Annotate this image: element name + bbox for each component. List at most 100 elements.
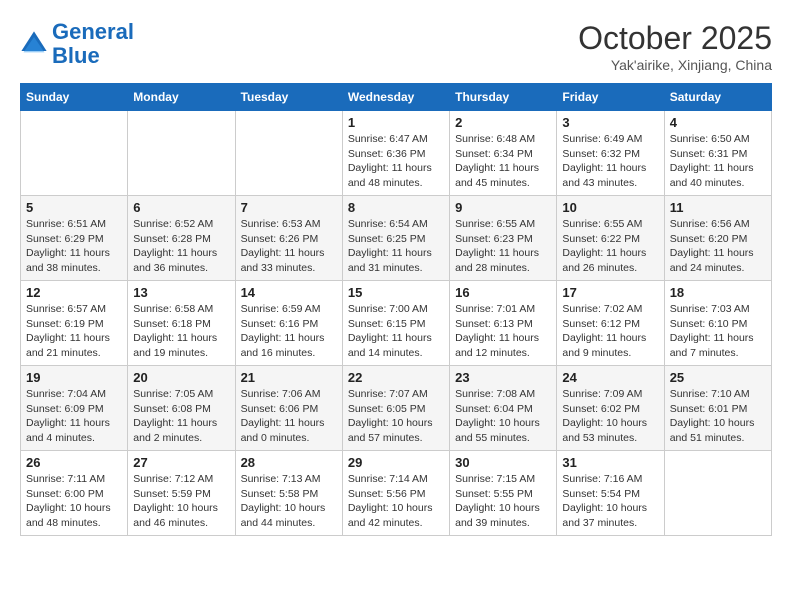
- day-info: Sunrise: 6:56 AM Sunset: 6:20 PM Dayligh…: [670, 217, 766, 276]
- calendar-cell: 4 Sunrise: 6:50 AM Sunset: 6:31 PM Daylig…: [664, 111, 771, 196]
- day-info: Sunrise: 7:16 AM Sunset: 5:54 PM Dayligh…: [562, 472, 658, 531]
- calendar-cell: 8Sunrise: 6:54 AM Sunset: 6:25 PM Daylig…: [342, 196, 449, 281]
- day-header-monday: Monday: [128, 84, 235, 111]
- calendar-cell: 28Sunrise: 7:13 AM Sunset: 5:58 PM Dayli…: [235, 451, 342, 536]
- day-header-friday: Friday: [557, 84, 664, 111]
- day-number: 16: [455, 285, 551, 300]
- day-number: 18: [670, 285, 766, 300]
- day-number: 5: [26, 200, 122, 215]
- day-info: Sunrise: 7:02 AM Sunset: 6:12 PM Dayligh…: [562, 302, 658, 361]
- calendar-cell: 13 Sunrise: 6:58 AM Sunset: 6:18 PM Dayli…: [128, 281, 235, 366]
- title-block: October 2025 Yak'airike, Xinjiang, China: [578, 20, 772, 73]
- day-header-wednesday: Wednesday: [342, 84, 449, 111]
- calendar-cell: [21, 111, 128, 196]
- day-header-thursday: Thursday: [450, 84, 557, 111]
- calendar-cell: 5 Sunrise: 6:51 AM Sunset: 6:29 PM Daylig…: [21, 196, 128, 281]
- day-number: 17: [562, 285, 658, 300]
- day-number: 22: [348, 370, 444, 385]
- calendar-cell: 29Sunrise: 7:14 AM Sunset: 5:56 PM Dayli…: [342, 451, 449, 536]
- day-header-saturday: Saturday: [664, 84, 771, 111]
- day-number: 28: [241, 455, 337, 470]
- calendar-table: SundayMondayTuesdayWednesdayThursdayFrid…: [20, 83, 772, 536]
- calendar-cell: 17 Sunrise: 7:02 AM Sunset: 6:12 PM Dayli…: [557, 281, 664, 366]
- day-info: Sunrise: 7:08 AM Sunset: 6:04 PM Dayligh…: [455, 387, 551, 446]
- day-info: Sunrise: 6:57 AM Sunset: 6:19 PM Dayligh…: [26, 302, 122, 361]
- calendar-cell: 16 Sunrise: 7:01 AM Sunset: 6:13 PM Dayli…: [450, 281, 557, 366]
- day-info: Sunrise: 7:11 AM Sunset: 6:00 PM Dayligh…: [26, 472, 122, 531]
- week-row-1: 1 Sunrise: 6:47 AM Sunset: 6:36 PM Daylig…: [21, 111, 772, 196]
- calendar-cell: 1 Sunrise: 6:47 AM Sunset: 6:36 PM Daylig…: [342, 111, 449, 196]
- week-row-2: 5 Sunrise: 6:51 AM Sunset: 6:29 PM Daylig…: [21, 196, 772, 281]
- calendar-cell: 20 Sunrise: 7:05 AM Sunset: 6:08 PM Dayli…: [128, 366, 235, 451]
- day-header-tuesday: Tuesday: [235, 84, 342, 111]
- day-number: 13: [133, 285, 229, 300]
- week-row-4: 19Sunrise: 7:04 AM Sunset: 6:09 PM Dayli…: [21, 366, 772, 451]
- month-title: October 2025: [578, 20, 772, 57]
- calendar-cell: 10Sunrise: 6:55 AM Sunset: 6:22 PM Dayli…: [557, 196, 664, 281]
- day-info: Sunrise: 6:54 AM Sunset: 6:25 PM Dayligh…: [348, 217, 444, 276]
- day-info: Sunrise: 6:49 AM Sunset: 6:32 PM Dayligh…: [562, 132, 658, 191]
- day-info: Sunrise: 6:51 AM Sunset: 6:29 PM Dayligh…: [26, 217, 122, 276]
- calendar-cell: [664, 451, 771, 536]
- day-number: 15: [348, 285, 444, 300]
- logo-text: General Blue: [52, 20, 134, 68]
- day-info: Sunrise: 7:05 AM Sunset: 6:08 PM Dayligh…: [133, 387, 229, 446]
- day-number: 4: [670, 115, 766, 130]
- day-number: 23: [455, 370, 551, 385]
- calendar-cell: 24Sunrise: 7:09 AM Sunset: 6:02 PM Dayli…: [557, 366, 664, 451]
- day-number: 12: [26, 285, 122, 300]
- day-number: 29: [348, 455, 444, 470]
- calendar-cell: 19Sunrise: 7:04 AM Sunset: 6:09 PM Dayli…: [21, 366, 128, 451]
- calendar-cell: [235, 111, 342, 196]
- day-number: 1: [348, 115, 444, 130]
- day-info: Sunrise: 6:58 AM Sunset: 6:18 PM Dayligh…: [133, 302, 229, 361]
- day-number: 2: [455, 115, 551, 130]
- calendar-cell: 15 Sunrise: 7:00 AM Sunset: 6:15 PM Dayli…: [342, 281, 449, 366]
- calendar-cell: 9 Sunrise: 6:55 AM Sunset: 6:23 PM Daylig…: [450, 196, 557, 281]
- day-number: 7: [241, 200, 337, 215]
- logo-icon: [20, 30, 48, 58]
- calendar-cell: 27Sunrise: 7:12 AM Sunset: 5:59 PM Dayli…: [128, 451, 235, 536]
- calendar-cell: 2 Sunrise: 6:48 AM Sunset: 6:34 PM Daylig…: [450, 111, 557, 196]
- calendar-header-row: SundayMondayTuesdayWednesdayThursdayFrid…: [21, 84, 772, 111]
- day-number: 9: [455, 200, 551, 215]
- day-header-sunday: Sunday: [21, 84, 128, 111]
- day-number: 30: [455, 455, 551, 470]
- day-info: Sunrise: 6:52 AM Sunset: 6:28 PM Dayligh…: [133, 217, 229, 276]
- page-header: General Blue October 2025 Yak'airike, Xi…: [20, 20, 772, 73]
- day-info: Sunrise: 7:15 AM Sunset: 5:55 PM Dayligh…: [455, 472, 551, 531]
- day-number: 14: [241, 285, 337, 300]
- calendar-cell: 18 Sunrise: 7:03 AM Sunset: 6:10 PM Dayli…: [664, 281, 771, 366]
- calendar-cell: 21 Sunrise: 7:06 AM Sunset: 6:06 PM Dayli…: [235, 366, 342, 451]
- day-number: 20: [133, 370, 229, 385]
- calendar-cell: 30 Sunrise: 7:15 AM Sunset: 5:55 PM Dayli…: [450, 451, 557, 536]
- day-info: Sunrise: 6:50 AM Sunset: 6:31 PM Dayligh…: [670, 132, 766, 191]
- week-row-3: 12 Sunrise: 6:57 AM Sunset: 6:19 PM Dayli…: [21, 281, 772, 366]
- day-number: 25: [670, 370, 766, 385]
- day-info: Sunrise: 7:00 AM Sunset: 6:15 PM Dayligh…: [348, 302, 444, 361]
- logo: General Blue: [20, 20, 134, 68]
- day-info: Sunrise: 7:06 AM Sunset: 6:06 PM Dayligh…: [241, 387, 337, 446]
- day-number: 19: [26, 370, 122, 385]
- day-info: Sunrise: 6:47 AM Sunset: 6:36 PM Dayligh…: [348, 132, 444, 191]
- day-info: Sunrise: 6:48 AM Sunset: 6:34 PM Dayligh…: [455, 132, 551, 191]
- calendar-cell: 6Sunrise: 6:52 AM Sunset: 6:28 PM Daylig…: [128, 196, 235, 281]
- day-info: Sunrise: 6:55 AM Sunset: 6:23 PM Dayligh…: [455, 217, 551, 276]
- calendar-cell: 26 Sunrise: 7:11 AM Sunset: 6:00 PM Dayli…: [21, 451, 128, 536]
- day-info: Sunrise: 6:55 AM Sunset: 6:22 PM Dayligh…: [562, 217, 658, 276]
- calendar-cell: 11Sunrise: 6:56 AM Sunset: 6:20 PM Dayli…: [664, 196, 771, 281]
- day-info: Sunrise: 7:01 AM Sunset: 6:13 PM Dayligh…: [455, 302, 551, 361]
- day-number: 24: [562, 370, 658, 385]
- calendar-cell: 12 Sunrise: 6:57 AM Sunset: 6:19 PM Dayli…: [21, 281, 128, 366]
- day-info: Sunrise: 7:03 AM Sunset: 6:10 PM Dayligh…: [670, 302, 766, 361]
- day-info: Sunrise: 6:53 AM Sunset: 6:26 PM Dayligh…: [241, 217, 337, 276]
- calendar-cell: 3 Sunrise: 6:49 AM Sunset: 6:32 PM Daylig…: [557, 111, 664, 196]
- calendar-cell: 23 Sunrise: 7:08 AM Sunset: 6:04 PM Dayli…: [450, 366, 557, 451]
- calendar-cell: 22 Sunrise: 7:07 AM Sunset: 6:05 PM Dayli…: [342, 366, 449, 451]
- day-info: Sunrise: 7:07 AM Sunset: 6:05 PM Dayligh…: [348, 387, 444, 446]
- day-number: 21: [241, 370, 337, 385]
- day-number: 26: [26, 455, 122, 470]
- week-row-5: 26 Sunrise: 7:11 AM Sunset: 6:00 PM Dayli…: [21, 451, 772, 536]
- location-subtitle: Yak'airike, Xinjiang, China: [578, 57, 772, 73]
- day-number: 3: [562, 115, 658, 130]
